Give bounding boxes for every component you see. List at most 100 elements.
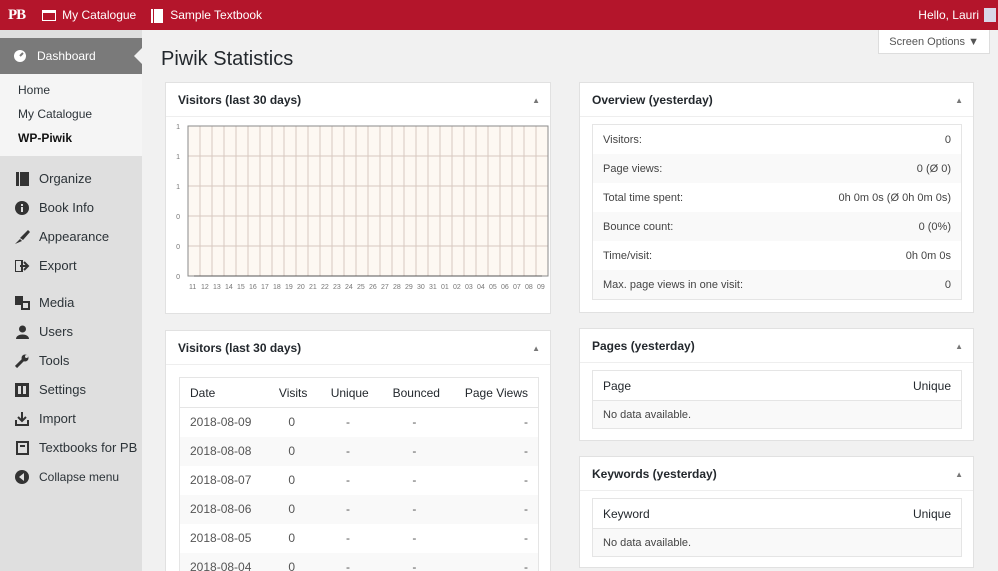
toggle-arrow-icon[interactable]: ▲ bbox=[955, 342, 963, 351]
cell-bounced: - bbox=[412, 473, 417, 487]
col-page-views: Page Views bbox=[449, 377, 539, 408]
x-tick-label: 28 bbox=[393, 284, 401, 291]
cell-visits: 0 bbox=[266, 494, 318, 524]
pages-title: Pages (yesterday) bbox=[592, 338, 695, 353]
menu-label: Book Info bbox=[39, 200, 94, 215]
toggle-arrow-icon[interactable]: ▲ bbox=[532, 96, 540, 105]
dashboard-icon bbox=[12, 48, 28, 64]
x-tick-label: 03 bbox=[465, 284, 473, 291]
keywords-box: Keywords (yesterday) ▲ Keyword Unique No… bbox=[579, 456, 974, 568]
overview-label: Bounce count: bbox=[603, 220, 674, 233]
x-tick-label: 12 bbox=[201, 284, 209, 291]
visitors-chart-box: Visitors (last 30 days) ▲ 1 1 1 0 0 0 11 12 13 14… bbox=[165, 82, 551, 314]
x-tick-label: 26 bbox=[369, 284, 377, 291]
y-tick-label: 0 bbox=[176, 214, 180, 221]
visitors-chart-title: Visitors (last 30 days) bbox=[178, 92, 302, 107]
menu-textbooks-for-pb[interactable]: Textbooks for PB bbox=[0, 433, 142, 462]
x-tick-label: 14 bbox=[225, 284, 233, 291]
sample-textbook-label: Sample Textbook bbox=[170, 8, 263, 22]
menu-dashboard[interactable]: Dashboard bbox=[0, 38, 142, 74]
catalogue-icon bbox=[42, 9, 57, 21]
table-row: 2018-08-08 0 - - - bbox=[179, 436, 539, 466]
admin-bar: PB My Catalogue Sample Textbook Hello, L… bbox=[0, 0, 998, 30]
x-tick-label: 08 bbox=[525, 284, 533, 291]
overview-row: Page views: 0 (Ø 0) bbox=[593, 154, 961, 183]
pages-table-head: Page Unique bbox=[593, 371, 961, 401]
x-tick-label: 04 bbox=[477, 284, 485, 291]
pages-header[interactable]: Pages (yesterday) ▲ bbox=[580, 329, 973, 363]
cell-unique: - bbox=[346, 473, 351, 487]
x-tick-label: 07 bbox=[513, 284, 521, 291]
table-row: 2018-08-07 0 - - - bbox=[180, 466, 539, 495]
col-keyword: Keyword bbox=[603, 506, 650, 521]
overview-box: Overview (yesterday) ▲ Visitors: 0 Page v… bbox=[579, 82, 974, 313]
organize-icon bbox=[14, 171, 30, 187]
col-bounced: Bounced bbox=[378, 377, 450, 408]
table-row: 2018-08-05 0 - - - bbox=[180, 524, 539, 553]
pages-empty-message: No data available. bbox=[593, 401, 961, 428]
x-tick-label: 24 bbox=[345, 284, 353, 291]
cell-unique: - bbox=[346, 415, 351, 430]
menu-book-info[interactable]: Book Info bbox=[0, 193, 142, 222]
cell-bounced: - bbox=[378, 436, 450, 466]
visitors-chart-header[interactable]: Visitors (last 30 days) ▲ bbox=[166, 83, 550, 117]
cell-page-views: - bbox=[524, 415, 528, 430]
keywords-title: Keywords (yesterday) bbox=[592, 466, 717, 481]
submenu-wp-piwik[interactable]: WP-Piwik bbox=[0, 126, 142, 150]
menu-settings[interactable]: Settings bbox=[0, 375, 142, 404]
visitors-table-box: Visitors (last 30 days) ▲ Date Visits Un… bbox=[165, 330, 551, 571]
menu-users[interactable]: Users bbox=[0, 317, 142, 346]
table-header-row: Date Visits Unique Bounced Page Views bbox=[179, 377, 539, 408]
menu-appearance[interactable]: Appearance bbox=[0, 222, 142, 251]
menu-label: Tools bbox=[39, 353, 70, 368]
menu-label: Import bbox=[39, 411, 76, 426]
account-menu[interactable]: Hello, Lauri bbox=[911, 0, 998, 30]
col-date: Date bbox=[179, 377, 267, 408]
overview-row: Max. page views in one visit: 0 bbox=[593, 270, 961, 299]
overview-row: Total time spent: 0h 0m 0s (Ø 0h 0m 0s) bbox=[593, 183, 961, 212]
overview-title: Overview (yesterday) bbox=[592, 92, 713, 107]
submenu-my-catalogue[interactable]: My Catalogue bbox=[0, 102, 142, 126]
submenu-home[interactable]: Home bbox=[0, 78, 142, 102]
screen-options-button[interactable]: Screen Options ▼ bbox=[878, 30, 990, 54]
toggle-arrow-icon[interactable]: ▲ bbox=[532, 344, 540, 353]
menu-collapse[interactable]: Collapse menu bbox=[0, 462, 142, 491]
menu-tools[interactable]: Tools bbox=[0, 346, 142, 375]
visitors-table: Date Visits Unique Bounced Page Views 20… bbox=[179, 377, 539, 571]
toggle-arrow-icon[interactable]: ▲ bbox=[955, 470, 963, 479]
x-tick-label: 18 bbox=[273, 284, 281, 291]
pressbooks-logo[interactable]: PB bbox=[0, 0, 35, 30]
menu-media[interactable]: Media bbox=[0, 288, 142, 317]
visitors-chart: 11100011 12 13 14 15 16 17 18 19 20 21 22 23 24 25 26 27… bbox=[176, 124, 549, 291]
col-unique: Unique bbox=[912, 506, 951, 521]
x-tick-label: 11 bbox=[189, 284, 196, 291]
overview-value: 0 bbox=[944, 133, 951, 146]
my-catalogue-link[interactable]: My Catalogue bbox=[35, 0, 143, 30]
x-tick-label: 22 bbox=[321, 284, 329, 291]
overview-header[interactable]: Overview (yesterday) ▲ bbox=[580, 83, 973, 117]
menu-import[interactable]: Import bbox=[0, 404, 142, 433]
keywords-table-head: Keyword Unique bbox=[593, 499, 961, 529]
cell-bounced: - bbox=[378, 494, 450, 524]
x-tick-label: 19 bbox=[285, 284, 293, 291]
menu-organize[interactable]: Organize bbox=[0, 164, 142, 193]
cell-page-views: - bbox=[524, 531, 528, 545]
menu-export[interactable]: Export bbox=[0, 251, 142, 280]
pages-table: Page Unique No data available. bbox=[592, 370, 962, 429]
x-tick-label: 29 bbox=[405, 284, 413, 291]
overview-list: Visitors: 0 Page views: 0 (Ø 0) Total time… bbox=[592, 124, 962, 300]
overview-value: 0h 0m 0s (Ø 0h 0m 0s) bbox=[838, 191, 952, 204]
keywords-header[interactable]: Keywords (yesterday) ▲ bbox=[580, 457, 973, 491]
cell-page-views: - bbox=[449, 552, 539, 571]
overview-row: Time/visit: 0h 0m 0s bbox=[593, 241, 961, 270]
menu-label: Textbooks for PB bbox=[39, 440, 138, 455]
visitors-table-header[interactable]: Visitors (last 30 days) ▲ bbox=[166, 331, 550, 365]
cell-unique: - bbox=[346, 531, 351, 545]
menu-group: Organize Book Info Appearance Export Med… bbox=[0, 156, 142, 491]
export-icon bbox=[14, 258, 30, 274]
sample-textbook-link[interactable]: Sample Textbook bbox=[143, 0, 269, 30]
cell-visits: 0 bbox=[266, 552, 318, 571]
toggle-arrow-icon[interactable]: ▲ bbox=[955, 96, 963, 105]
keywords-table: Keyword Unique No data available. bbox=[592, 498, 962, 557]
x-tick-label: 16 bbox=[249, 284, 257, 291]
